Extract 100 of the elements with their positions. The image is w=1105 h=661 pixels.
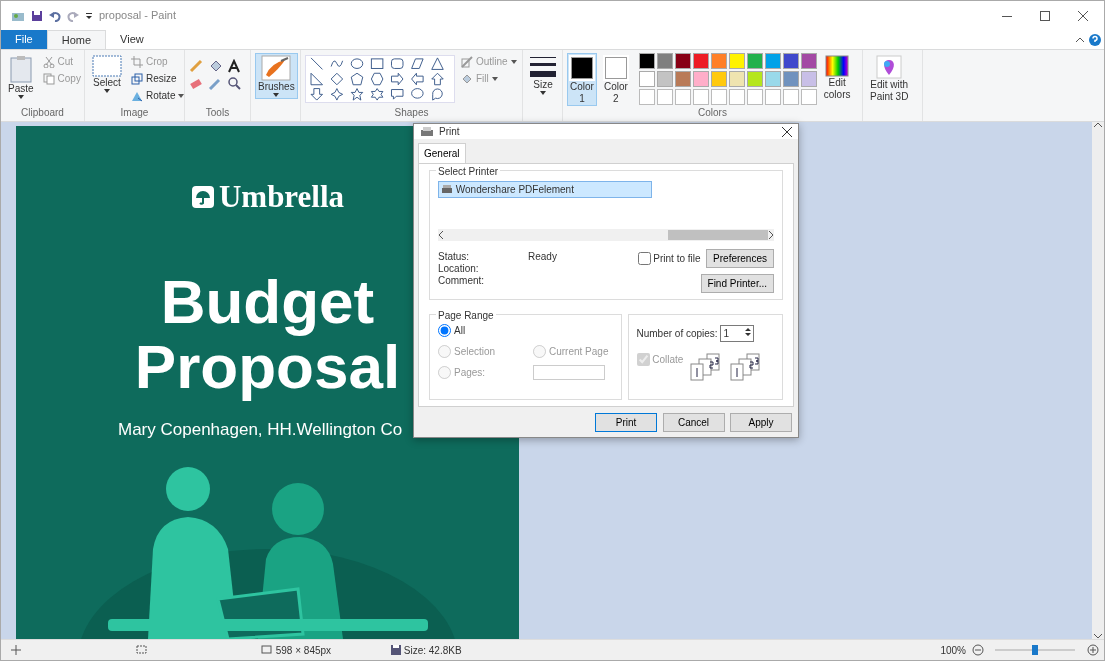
- vertical-scrollbar[interactable]: [1092, 122, 1104, 639]
- dropdown-icon[interactable]: [85, 11, 93, 20]
- dialog-button[interactable]: Apply: [730, 412, 792, 432]
- caret-icon: [540, 90, 546, 95]
- rotate-button[interactable]: Rotate: [129, 87, 187, 104]
- caret-icon: [510, 59, 517, 64]
- ribbon-tab[interactable]: Home: [46, 30, 107, 49]
- zoom-in-icon[interactable]: [1086, 644, 1099, 656]
- printer-item[interactable]: Wondershare PDFelement: [438, 181, 652, 198]
- close-icon[interactable]: [782, 126, 792, 137]
- maximize-icon[interactable]: [1040, 10, 1050, 21]
- group-label: Image: [119, 107, 150, 120]
- group-label: Colors: [697, 107, 728, 120]
- palette-swatch[interactable]: [764, 71, 781, 87]
- resize-button[interactable]: Resize: [129, 70, 187, 87]
- palette-swatch[interactable]: [692, 71, 709, 87]
- zoom-out-icon[interactable]: [971, 644, 984, 656]
- fill-bucket-icon: [461, 72, 473, 85]
- resize-icon: [131, 72, 143, 85]
- radio-button[interactable]: [438, 323, 451, 337]
- shapes-gallery-drawing[interactable]: [305, 55, 455, 103]
- preferences-button[interactable]: Preferences: [706, 249, 774, 268]
- group-label: Shapes: [393, 107, 430, 120]
- image-size-icon: [261, 645, 273, 655]
- horizontal-scrollbar[interactable]: [438, 229, 774, 241]
- undo-icon[interactable]: [49, 9, 61, 22]
- file-menu-button[interactable]: File: [1, 30, 47, 49]
- color-slot-button[interactable]: Color 1: [567, 53, 597, 106]
- scroll-up-icon[interactable]: [1094, 122, 1102, 128]
- caret-icon: [178, 93, 185, 98]
- palette-swatch[interactable]: [782, 53, 799, 69]
- clipboard-icon: [9, 55, 32, 83]
- palette-swatch[interactable]: [674, 53, 691, 69]
- palette-swatch[interactable]: [710, 53, 727, 69]
- caret-icon: [104, 88, 110, 93]
- save-icon[interactable]: [31, 9, 43, 22]
- ribbon-tab[interactable]: View: [106, 30, 158, 49]
- zoom-slider[interactable]: [995, 645, 1075, 655]
- collate-pages-icon: [688, 351, 763, 382]
- brushes-button[interactable]: Brushes: [255, 53, 298, 99]
- palette-swatch[interactable]: [656, 53, 673, 69]
- close-icon[interactable]: [1078, 10, 1088, 21]
- dialog-title: Print: [439, 125, 460, 139]
- group-label: Clipboard: [20, 107, 65, 120]
- cursor-position-icon: [11, 645, 21, 655]
- palette-swatch[interactable]: [638, 71, 655, 87]
- print-to-file-checkbox[interactable]: [637, 252, 651, 265]
- color-spectrum-icon: [825, 55, 850, 77]
- copies-label: Number of copies:: [636, 326, 718, 341]
- author-line: Mary Copenhagen, HH.Wellington Co: [118, 418, 403, 441]
- palette-swatch[interactable]: [692, 53, 709, 69]
- palette-swatch[interactable]: [656, 71, 673, 87]
- scroll-right-icon[interactable]: [768, 231, 774, 239]
- text-icon[interactable]: [226, 59, 241, 73]
- radio-label: All: [454, 323, 466, 338]
- scroll-down-icon[interactable]: [1094, 633, 1102, 639]
- redo-icon[interactable]: [67, 9, 79, 22]
- palette-swatch[interactable]: [764, 53, 781, 69]
- printer-icon: [420, 125, 434, 138]
- color-slot-button[interactable]: Color 2: [600, 53, 631, 106]
- dialog-tab[interactable]: General: [418, 143, 466, 163]
- paint-3d-button[interactable]: Edit with Paint 3D: [867, 53, 912, 104]
- window-title: proposal - Paint: [99, 8, 177, 24]
- copy-icon: [42, 72, 55, 85]
- scroll-left-icon[interactable]: [438, 231, 444, 239]
- dialog-button[interactable]: Print: [595, 412, 657, 432]
- size-button[interactable]: Size: [527, 53, 559, 97]
- palette-swatch[interactable]: [800, 71, 817, 87]
- select-button[interactable]: Select: [89, 53, 125, 95]
- palette-swatch[interactable]: [782, 71, 799, 87]
- palette-swatch[interactable]: [800, 53, 817, 69]
- line-width-icon: [530, 55, 556, 79]
- palette-swatch[interactable]: [710, 71, 727, 87]
- checkbox-label: Print to file: [653, 252, 701, 266]
- dialog-button[interactable]: Cancel: [662, 412, 725, 432]
- magnifier-icon[interactable]: [226, 75, 241, 90]
- spinner-arrows-icon[interactable]: [743, 325, 754, 338]
- palette-swatch[interactable]: [674, 71, 691, 87]
- slider-thumb[interactable]: [1032, 645, 1038, 655]
- collapse-ribbon-icon[interactable]: [1075, 36, 1084, 43]
- palette-swatch[interactable]: [728, 53, 745, 69]
- palette-swatch[interactable]: [728, 71, 745, 87]
- help-icon[interactable]: [1089, 33, 1102, 46]
- group-label: Tools: [204, 107, 231, 120]
- palette-swatch[interactable]: [746, 53, 763, 69]
- radio-label: Selection: [454, 344, 496, 359]
- selection-icon: [92, 55, 122, 77]
- edit-colors-button[interactable]: Edit colors: [820, 53, 854, 102]
- copies-spinner-field[interactable]: 1: [720, 324, 755, 342]
- paste-button[interactable]: Paste: [5, 53, 37, 101]
- palette-swatch[interactable]: [746, 71, 763, 87]
- pencil-icon[interactable]: [189, 59, 203, 73]
- find-printer-button[interactable]: Find Printer...: [700, 273, 774, 293]
- status-label: Comment:: [438, 274, 486, 285]
- palette-swatch[interactable]: [638, 53, 655, 69]
- brand-name: Umbrella: [218, 178, 345, 216]
- image-dimensions: 598 × 845px: [275, 643, 332, 658]
- caret-icon: [273, 92, 280, 97]
- scissors-icon: [42, 55, 55, 68]
- scroll-thumb[interactable]: [668, 230, 768, 240]
